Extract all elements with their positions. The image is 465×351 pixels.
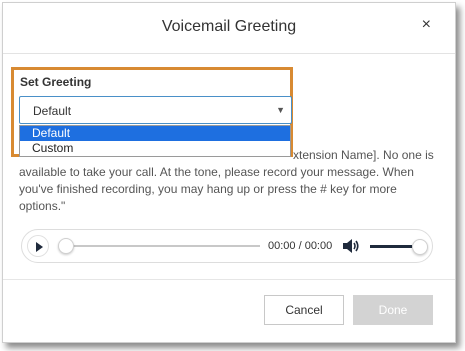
progress-track[interactable] [60, 245, 260, 247]
progress-handle[interactable] [58, 238, 74, 254]
voicemail-greeting-dialog: Voicemail Greeting × Set Greeting Defaul… [2, 2, 456, 343]
time-readout: 00:00 / 00:00 [268, 240, 333, 252]
audio-player: 00:00 / 00:00 [21, 229, 433, 263]
volume-icon[interactable] [342, 238, 360, 254]
greeting-select[interactable]: Default ▼ [19, 96, 292, 124]
dialog-header: Voicemail Greeting × [3, 3, 455, 54]
greeting-message-text: xtension Name]. No one is available to t… [19, 147, 439, 215]
caret-down-icon: ▼ [276, 105, 285, 115]
cancel-button[interactable]: Cancel [264, 295, 344, 325]
option-custom[interactable]: Custom [20, 141, 290, 156]
volume-handle[interactable] [412, 239, 428, 255]
set-greeting-label: Set Greeting [20, 75, 92, 89]
greeting-options-list: Default Custom [19, 125, 291, 157]
message-line: options." [19, 199, 66, 213]
close-icon[interactable]: × [422, 17, 431, 33]
footer-divider [3, 279, 455, 280]
option-default[interactable]: Default [20, 126, 290, 141]
volume-track[interactable] [370, 245, 412, 248]
play-icon[interactable] [27, 235, 49, 257]
message-line: available to take your call. At the tone… [19, 165, 414, 179]
done-button[interactable]: Done [353, 295, 433, 325]
greeting-select-value: Default [33, 104, 72, 118]
dialog-title: Voicemail Greeting [161, 18, 297, 35]
message-line: you've finished recording, you may hang … [19, 182, 397, 196]
